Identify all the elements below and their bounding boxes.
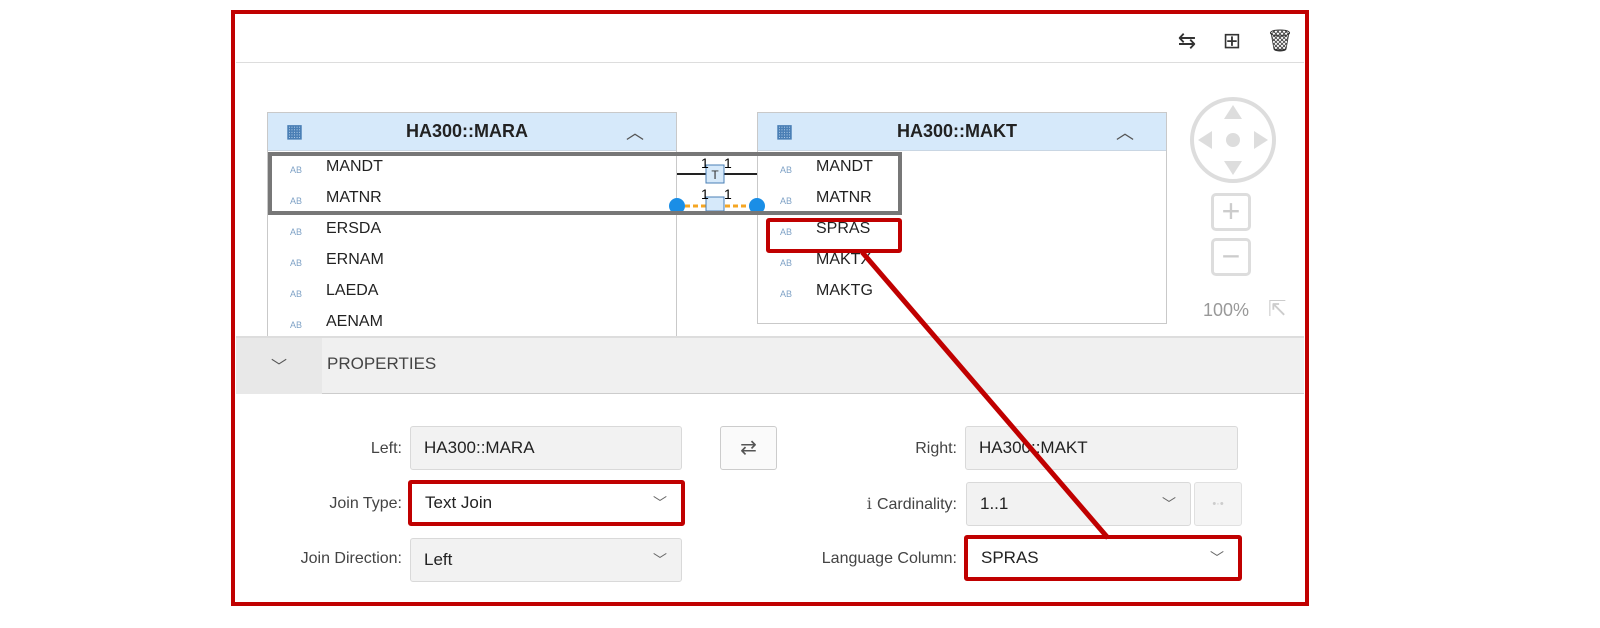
- zoom-in-button[interactable]: +: [1211, 193, 1251, 231]
- string-type-icon: AB: [290, 257, 303, 268]
- column-row[interactable]: AB ERSDA: [268, 213, 676, 244]
- left-label: Left:: [370, 440, 402, 457]
- info-icon[interactable]: i: [867, 494, 877, 513]
- column-row[interactable]: AB ERNAM: [268, 244, 676, 275]
- join-type-value: Text Join: [425, 493, 493, 512]
- join-type-label: Join Type:: [329, 495, 402, 512]
- hierarchy-icon[interactable]: ⊞: [1219, 28, 1245, 54]
- right-label: Right:: [915, 440, 957, 457]
- chevron-down-icon: ﹀: [1210, 550, 1224, 566]
- swap-tables-button[interactable]: ⇄: [720, 426, 777, 470]
- table-icon: ▦: [776, 121, 794, 141]
- cardinality-value: 1..1: [980, 494, 1009, 513]
- chevron-down-icon: ﹀: [1162, 496, 1176, 512]
- zoom-out-button[interactable]: −: [1211, 238, 1251, 276]
- join-direction-label: Join Direction:: [300, 550, 402, 567]
- spras-highlight: [766, 218, 902, 253]
- collapse-icon[interactable]: ︿: [626, 119, 676, 145]
- cardinality-text: Cardinality:: [876, 496, 957, 513]
- column-row[interactable]: AB LAEDA: [268, 275, 676, 306]
- chevron-down-icon: ﹀: [653, 552, 667, 568]
- column-name: AENAM: [326, 312, 383, 330]
- right-value: HA300::MAKT: [979, 438, 1088, 457]
- collapse-icon[interactable]: ︿: [1116, 119, 1166, 145]
- left-field: HA300::MARA: [410, 426, 682, 470]
- left-table-title: HA300::MARA: [405, 121, 528, 141]
- left-value: HA300::MARA: [424, 438, 535, 457]
- string-type-icon: AB: [290, 319, 303, 330]
- auto-layout-icon[interactable]: ⇆: [1174, 28, 1200, 54]
- column-row[interactable]: AB AENAM: [268, 306, 676, 337]
- language-column-label: Language Column:: [821, 550, 957, 567]
- language-column-value: SPRAS: [981, 548, 1039, 567]
- trash-icon[interactable]: 🗑: [1266, 28, 1294, 54]
- column-row[interactable]: AB MAKTG: [758, 275, 1166, 306]
- string-type-icon: AB: [780, 288, 793, 299]
- column-name: LAEDA: [326, 281, 379, 299]
- propose-cardinality-button[interactable]: •·•: [1194, 482, 1242, 526]
- properties-header[interactable]: ﹀ PROPERTIES: [236, 336, 1304, 394]
- pan-control[interactable]: [1188, 95, 1278, 185]
- string-type-icon: AB: [290, 226, 303, 237]
- join-type-select[interactable]: Text Join ﹀: [408, 480, 685, 526]
- cardinality-select[interactable]: 1..1 ﹀: [966, 482, 1191, 526]
- table-icon: ▦: [286, 121, 304, 141]
- left-table-node[interactable]: ▦ HA300::MARA ︿ AB MANDT AB MATNR AB ERSDA AB E…: [267, 112, 677, 336]
- right-table-header[interactable]: ▦ HA300::MAKT ︿: [758, 113, 1166, 151]
- chevron-down-icon: ﹀: [653, 495, 667, 511]
- string-type-icon: AB: [290, 288, 303, 299]
- language-column-select[interactable]: SPRAS ﹀: [964, 535, 1242, 581]
- column-name: ERNAM: [326, 250, 384, 268]
- join-direction-select[interactable]: Left ﹀: [410, 538, 682, 582]
- cardinality-label: i Cardinality:: [790, 494, 957, 514]
- column-name: ERSDA: [326, 219, 382, 237]
- toolbar-divider: [236, 62, 1304, 63]
- zoom-level: 100%: [1203, 300, 1250, 320]
- string-type-icon: AB: [780, 257, 793, 268]
- collapse-chevron-icon[interactable]: ﹀: [236, 338, 322, 394]
- fit-to-screen-icon[interactable]: ⇱: [1268, 296, 1286, 322]
- right-table-title: HA300::MAKT: [896, 121, 1017, 141]
- column-name: MAKTX: [816, 250, 872, 268]
- right-field: HA300::MAKT: [965, 426, 1238, 470]
- left-table-header[interactable]: ▦ HA300::MARA ︿: [268, 113, 676, 151]
- properties-title: PROPERTIES: [327, 354, 437, 373]
- column-name: MAKTG: [816, 281, 873, 299]
- join-fields-highlight: [268, 152, 902, 215]
- join-direction-value: Left: [424, 550, 453, 569]
